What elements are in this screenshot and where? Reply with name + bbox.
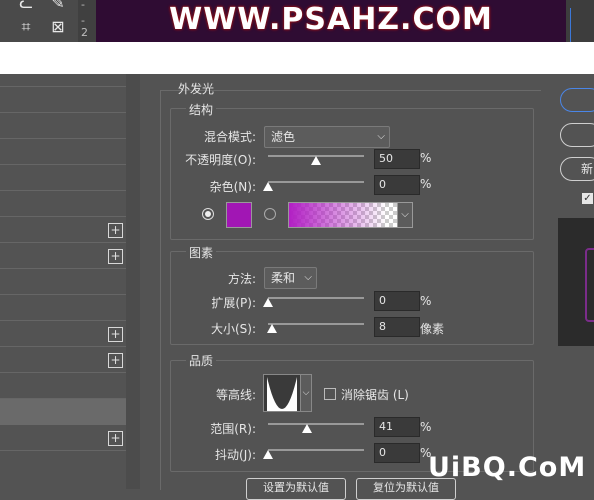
frame-icon[interactable]: ⊠ <box>46 18 70 36</box>
chevron-down-icon[interactable]: ⌵ <box>300 374 312 412</box>
set-default-button[interactable]: 设置为默认值 <box>246 478 346 500</box>
range-label: 范围(R): <box>210 422 256 436</box>
jitter-slider-track[interactable] <box>268 449 364 451</box>
quality-title: 品质 <box>186 352 217 369</box>
noise-slider-thumb[interactable] <box>263 182 273 191</box>
blend-mode-value: 滤色 <box>271 130 296 144</box>
list-item[interactable] <box>0 242 126 243</box>
size-input[interactable]: 8 <box>374 317 420 337</box>
white-band <box>0 42 594 74</box>
site-watermark: UiBQ.CoM <box>428 452 587 483</box>
contour-curve-icon <box>267 377 297 411</box>
panel-title: 外发光 <box>178 82 215 96</box>
noise-label: 杂色(N): <box>209 180 256 194</box>
range-slider-thumb[interactable] <box>302 424 313 433</box>
contour-preview[interactable] <box>263 374 301 412</box>
list-item[interactable] <box>0 372 126 373</box>
new-style-label: 新 <box>581 162 594 176</box>
technique-value: 柔和 <box>271 271 296 285</box>
antialias-checkbox[interactable] <box>324 388 336 400</box>
list-item[interactable] <box>0 346 126 347</box>
guide-line <box>570 8 594 42</box>
opacity-label: 不透明度(O): <box>185 153 256 167</box>
preview-checkbox[interactable]: ✓ <box>582 193 593 204</box>
blend-mode-label: 混合模式: <box>203 130 256 144</box>
lasso-icon[interactable]: ᓚ <box>14 0 38 12</box>
noise-unit: % <box>420 177 432 191</box>
technique-label: 方法: <box>227 272 256 286</box>
spread-input[interactable]: 0 <box>374 291 420 311</box>
list-item[interactable] <box>0 138 126 139</box>
list-item[interactable] <box>0 190 126 191</box>
ruler-mark: 2 <box>81 26 88 39</box>
range-unit: % <box>420 420 432 434</box>
list-item[interactable] <box>0 450 126 451</box>
spread-unit: % <box>420 294 432 308</box>
glow-color-swatch[interactable] <box>226 202 252 228</box>
contour-label: 等高线: <box>215 388 256 402</box>
gradient-picker[interactable] <box>288 202 398 228</box>
selected-list-item[interactable] <box>0 399 126 425</box>
size-unit: 像素 <box>420 322 445 336</box>
opacity-unit: % <box>420 151 432 165</box>
structure-title: 结构 <box>186 101 217 118</box>
add-icon[interactable]: + <box>108 223 123 238</box>
list-item[interactable] <box>0 320 126 321</box>
size-label: 大小(S): <box>210 322 256 336</box>
crop-icon[interactable]: ⌗ <box>14 18 38 36</box>
gradient-radio[interactable] <box>264 208 276 220</box>
ruler-mark: - <box>81 0 85 11</box>
brush-icon[interactable]: ✎ <box>46 0 70 12</box>
cancel-button[interactable] <box>560 123 594 147</box>
list-item[interactable] <box>0 86 126 87</box>
spread-slider-thumb[interactable] <box>263 298 273 307</box>
antialias-label: 消除锯齿 (L) <box>341 388 409 402</box>
add-icon[interactable]: + <box>108 327 123 342</box>
list-item[interactable] <box>0 112 126 113</box>
elements-title: 图素 <box>186 244 217 261</box>
add-icon[interactable]: + <box>108 431 123 446</box>
watermark-text: WWW.PSAHZ.COM <box>169 2 493 37</box>
jitter-slider-thumb[interactable] <box>263 450 273 459</box>
noise-slider-track[interactable] <box>268 181 364 183</box>
jitter-input[interactable]: 0 <box>374 443 420 463</box>
range-input[interactable]: 41 <box>374 417 420 437</box>
styles-list: + + + + + <box>0 74 140 489</box>
tools-panel: ᓚ ✎ ⌗ ⊠ <box>0 0 78 42</box>
size-slider-thumb[interactable] <box>266 324 277 333</box>
ok-button[interactable] <box>560 88 594 112</box>
noise-input[interactable]: 0 <box>374 175 420 195</box>
technique-select[interactable]: 柔和 ⌵ <box>264 267 317 289</box>
solid-color-radio[interactable] <box>202 208 214 220</box>
list-item[interactable] <box>0 294 126 295</box>
add-icon[interactable]: + <box>108 353 123 368</box>
chevron-down-icon: ⌵ <box>377 131 385 142</box>
canvas-area: WWW.PSAHZ.COM <box>96 0 566 42</box>
list-item[interactable] <box>0 268 126 269</box>
chevron-down-icon[interactable]: ⌵ <box>397 202 413 228</box>
chevron-down-icon: ⌵ <box>304 272 312 283</box>
list-item[interactable] <box>0 216 126 217</box>
spread-label: 扩展(P): <box>211 296 256 310</box>
preview-shape <box>585 248 594 322</box>
list-scrollbar[interactable] <box>126 74 140 489</box>
add-icon[interactable]: + <box>108 249 123 264</box>
ruler: - - 2 <box>78 0 96 42</box>
opacity-input[interactable]: 50 <box>374 149 420 169</box>
jitter-label: 抖动(J): <box>215 448 256 462</box>
opacity-slider-thumb[interactable] <box>311 156 321 165</box>
range-slider-track[interactable] <box>268 423 364 425</box>
size-slider-track[interactable] <box>268 323 364 325</box>
blend-mode-select[interactable]: 滤色 ⌵ <box>264 126 390 148</box>
spread-slider-track[interactable] <box>268 297 364 299</box>
new-style-button[interactable]: 新 <box>560 157 594 181</box>
list-item[interactable] <box>0 164 126 165</box>
